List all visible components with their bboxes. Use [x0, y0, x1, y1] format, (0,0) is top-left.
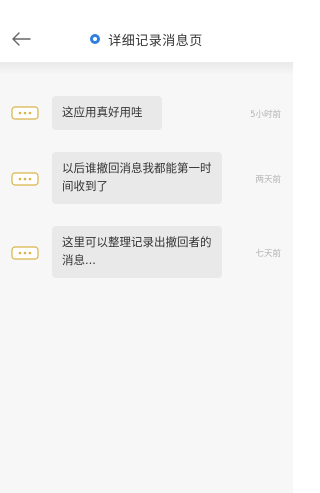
back-arrow-icon — [12, 32, 31, 46]
list-item[interactable]: 这里可以整理记录出撤回者的消息... 七天前 — [0, 226, 293, 278]
list-item[interactable]: 以后谁撤回消息我都能第一时间收到了 两天前 — [0, 152, 293, 204]
message-bubble: 以后谁撤回消息我都能第一时间收到了 — [52, 152, 222, 204]
message-bubble: 这里可以整理记录出撤回者的消息... — [52, 226, 222, 278]
header-divider — [0, 62, 293, 74]
page-title: 详细记录消息页 — [108, 33, 203, 49]
message-bubble: 这应用真好用哇 — [52, 96, 162, 130]
message-time: 七天前 — [255, 249, 281, 259]
message-time: 5小时前 — [250, 110, 281, 120]
message-bubble-icon — [11, 246, 39, 260]
page-title-group: 详细记录消息页 — [0, 28, 293, 50]
list-item[interactable]: 这应用真好用哇 5小时前 — [0, 96, 293, 130]
message-bubble-icon — [11, 106, 39, 120]
ring-icon — [90, 34, 101, 44]
message-time: 两天前 — [255, 175, 281, 185]
back-button[interactable] — [8, 28, 34, 50]
message-list: 这应用真好用哇 5小时前 以后谁撤回消息我都能第一时间收到了 两天前 这里可以整… — [0, 74, 293, 493]
message-bubble-icon — [11, 172, 39, 186]
